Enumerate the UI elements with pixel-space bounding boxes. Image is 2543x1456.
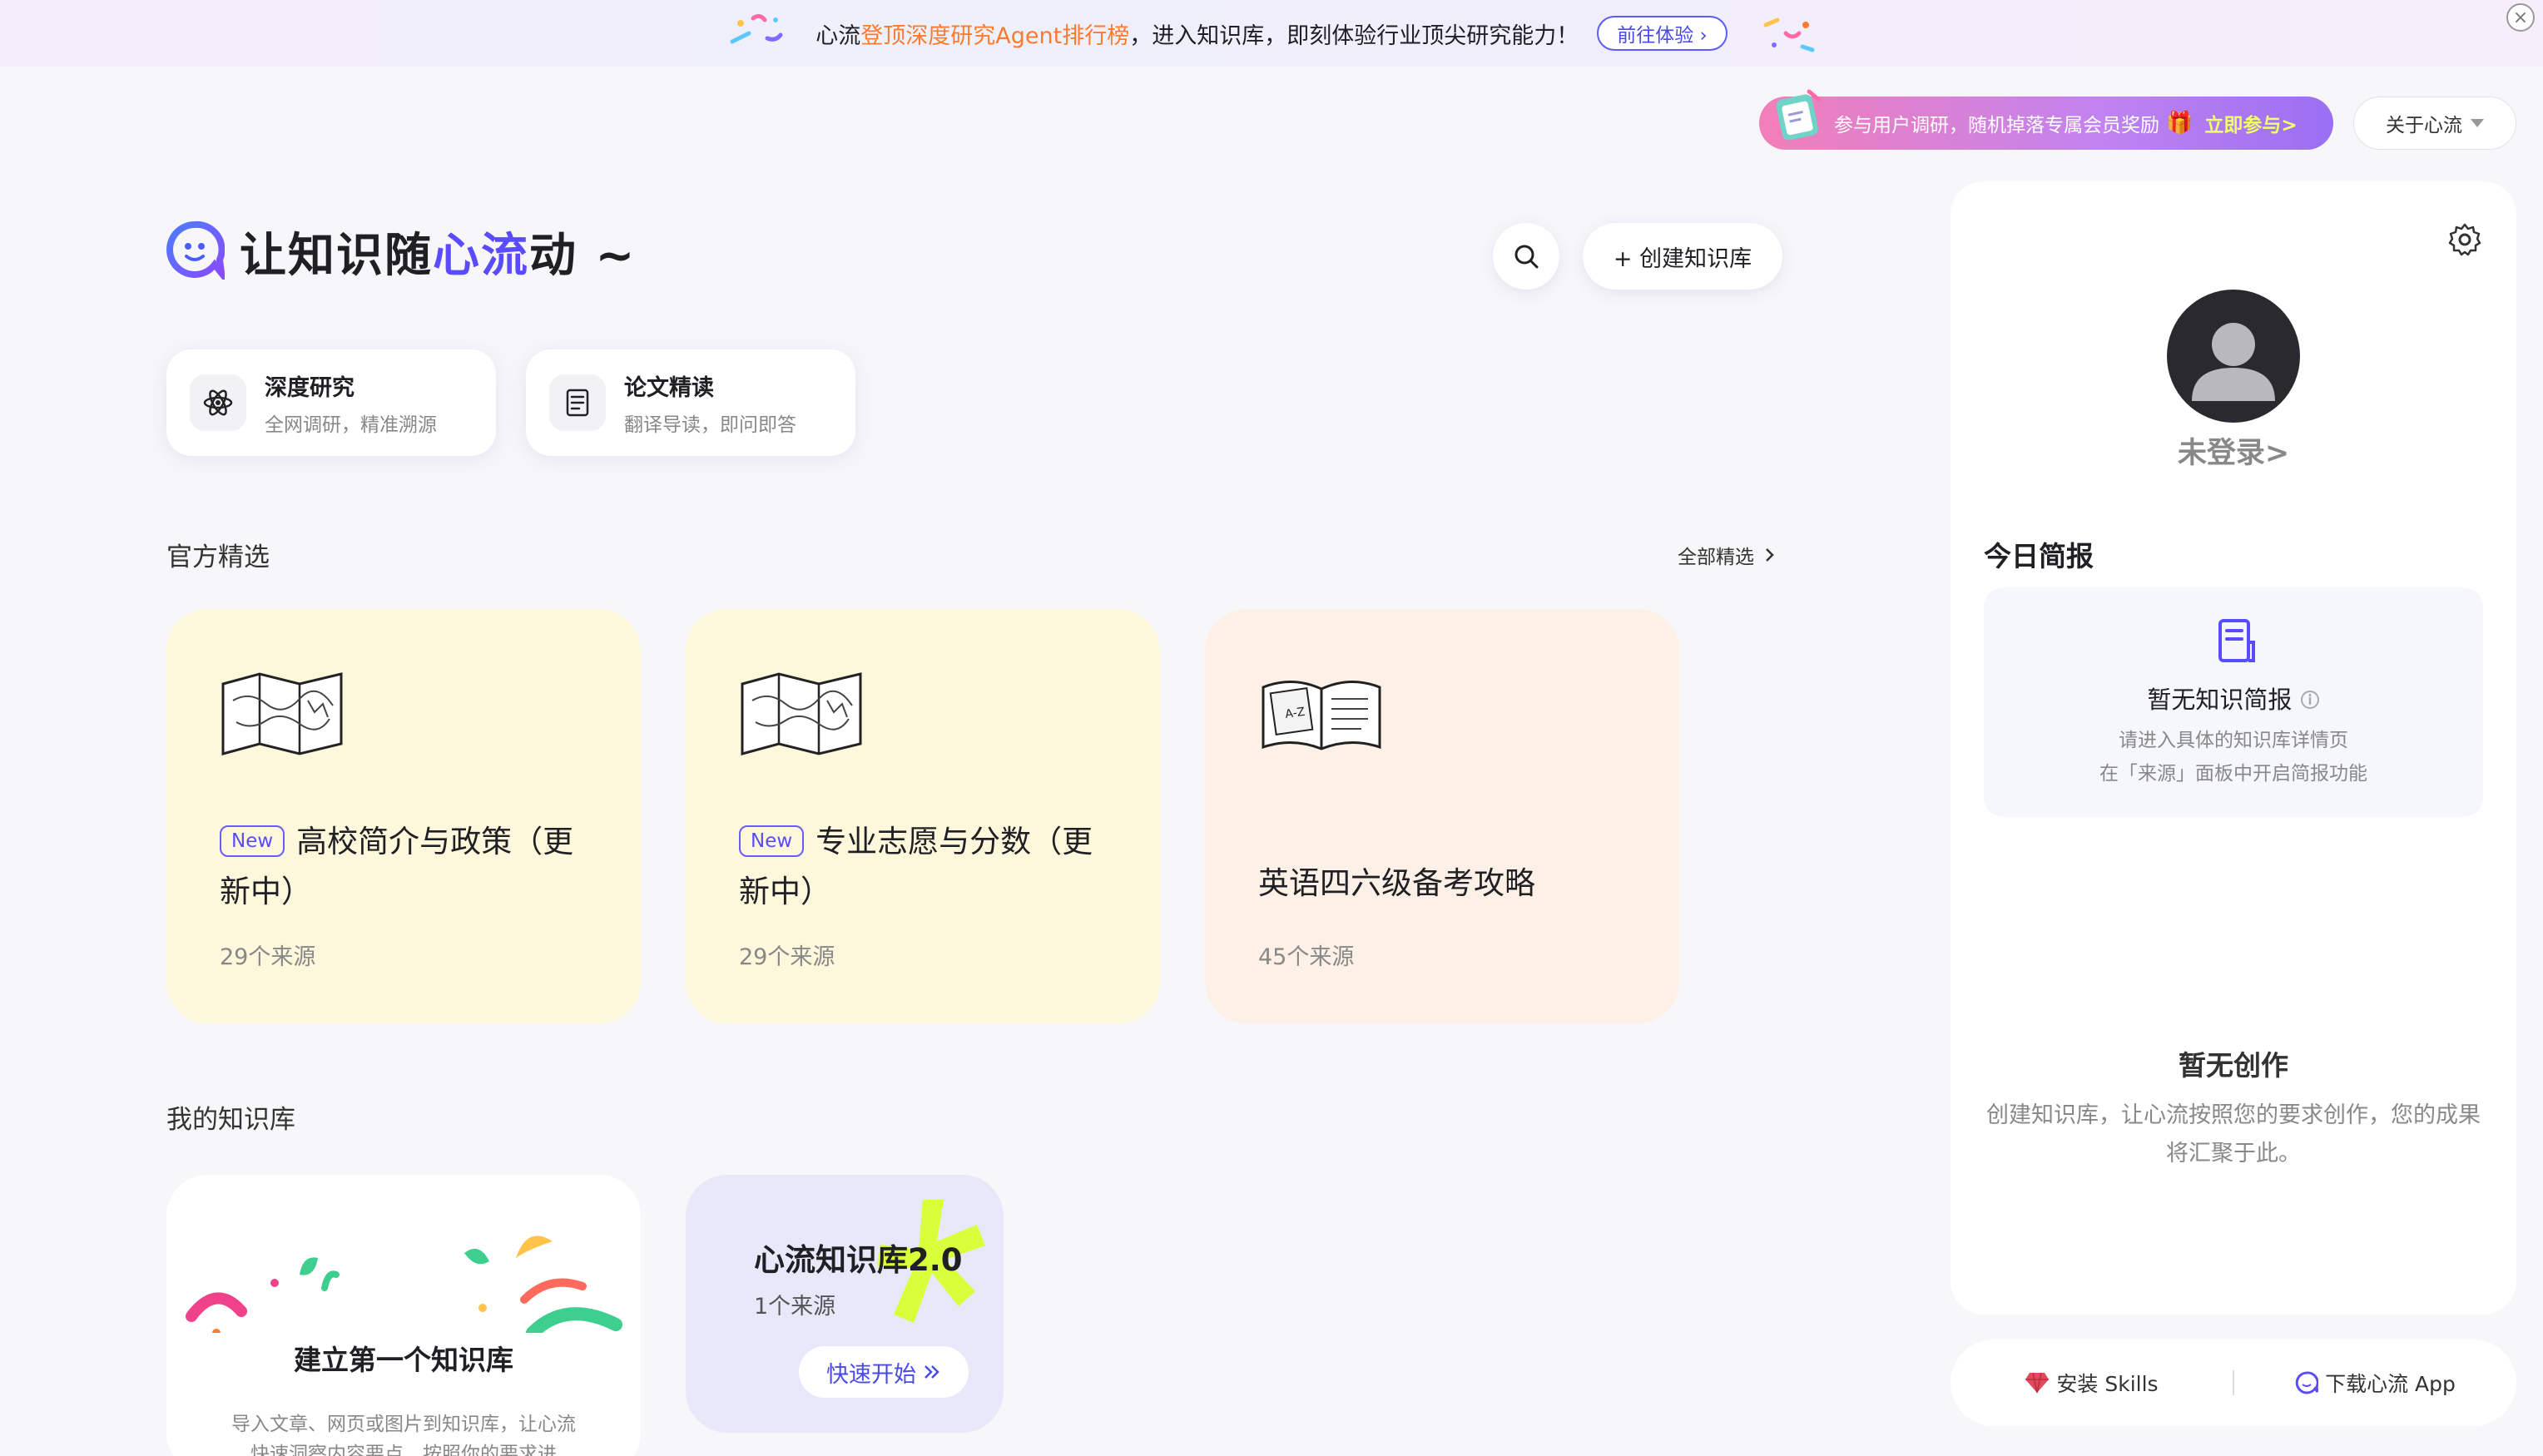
banner-text-rest: ，进入知识库，即刻体验行业顶尖研究能力！	[1129, 22, 1579, 49]
about-label: 关于心流	[2386, 115, 2462, 136]
download-app-label: 下载心流 App	[2325, 1372, 2456, 1396]
headline-part2: 动 ~	[529, 229, 637, 283]
no-creation-title: 暂无创作	[2179, 1049, 2288, 1082]
tool-subtitle: 翻译导读，即问即答	[624, 414, 796, 436]
create-first-kb-desc: 导入文章、网页或图片到知识库，让心流快速洞察内容要点，按照你的要求进	[231, 1414, 576, 1456]
download-app-button[interactable]: 下载心流 App	[2234, 1368, 2516, 1398]
banner-text-brand: 心流	[815, 22, 861, 49]
user-icon	[2192, 323, 2275, 401]
tool-paper-reading[interactable]: 论文精读 翻译导读，即问即答	[526, 349, 855, 456]
kb-source-count: 1个来源	[754, 1294, 836, 1320]
banner-try-button[interactable]: 前往体验 ›	[1597, 16, 1728, 51]
create-kb-button[interactable]: + 创建知识库	[1583, 223, 1782, 290]
tool-title: 论文精读	[624, 374, 714, 401]
clipboard-icon	[1776, 89, 1822, 141]
more-label: 全部精选	[1678, 547, 1754, 568]
headline-accent: 心流	[433, 229, 529, 283]
gift-icon: 🎁	[2166, 111, 2194, 136]
quick-start-label: 快速开始	[826, 1361, 916, 1388]
install-skills-button[interactable]: 安装 Skills	[1951, 1368, 2233, 1398]
gem-icon	[2025, 1372, 2050, 1394]
quick-start-button[interactable]: 快速开始	[799, 1346, 969, 1398]
install-skills-label: 安装 Skills	[2056, 1372, 2159, 1396]
search-icon	[1514, 245, 1539, 269]
dictionary-icon: A-Z	[1262, 680, 1381, 750]
svg-text:A-Z: A-Z	[1284, 706, 1306, 721]
source-count: 29个来源	[739, 944, 835, 970]
atom-icon	[190, 374, 246, 431]
brief-empty-title: 暂无知识简报	[1984, 681, 2483, 716]
create-first-kb-card[interactable]: 建立第一个知识库 导入文章、网页或图片到知识库，让心流快速洞察内容要点，按照你的…	[166, 1175, 641, 1456]
banner-close-button[interactable]: ×	[2506, 3, 2535, 32]
brief-document-icon	[2218, 619, 2255, 662]
map-icon	[741, 672, 862, 755]
document-icon	[549, 374, 606, 431]
gear-icon[interactable]	[2446, 221, 2483, 258]
survey-banner[interactable]: 参与用户调研，随机掉落专属会员奖励 🎁 立即参与>	[1759, 89, 2333, 150]
survey-join-link[interactable]: 立即参与>	[2204, 109, 2297, 137]
confetti-icon	[730, 13, 783, 44]
create-first-kb-title: 建立第一个知识库	[294, 1344, 513, 1376]
info-icon[interactable]	[2300, 690, 2320, 710]
today-brief-title: 今日简报	[1984, 540, 2094, 572]
tool-subtitle: 全网调研，精准溯源	[265, 414, 437, 436]
page-headline: 让知识随 心流 动 ~	[240, 218, 636, 285]
survey-text: 参与用户调研，随机掉落专属会员奖励	[1834, 115, 2159, 136]
headline-part1: 让知识随	[240, 229, 433, 283]
mykb-section-title: 我的知识库	[166, 1105, 295, 1135]
brief-empty-card: 暂无知识简报 请进入具体的知识库详情页 在「来源」面板中开启简报功能	[1984, 587, 2483, 817]
featured-card[interactable]: A-Z 英语四六级备考攻略 45个来源	[1205, 609, 1679, 1023]
kb-title: 心流知识库2.0	[754, 1242, 963, 1278]
avatar[interactable]	[2167, 290, 2300, 423]
brief-empty-desc: 请进入具体的知识库详情页 在「来源」面板中开启简报功能	[2099, 730, 2367, 785]
bottom-action-bar: 安装 Skills 下载心流 App	[1951, 1340, 2516, 1426]
featured-section-title: 官方精选	[166, 542, 270, 572]
new-badge: New	[739, 825, 805, 857]
chevron-right-icon	[1766, 548, 1774, 562]
source-count: 29个来源	[220, 944, 316, 970]
double-chevron-right-icon	[925, 1365, 939, 1379]
about-dropdown[interactable]: 关于心流	[2353, 97, 2516, 150]
new-badge: New	[220, 825, 285, 857]
caret-down-icon	[2471, 119, 2484, 127]
login-link[interactable]: 未登录>	[2167, 429, 2300, 472]
featured-card-title: 英语四六级备考攻略	[1258, 865, 1535, 901]
source-count: 45个来源	[1258, 944, 1355, 970]
xinliu-logo-icon	[166, 220, 225, 280]
map-icon	[221, 672, 343, 755]
featured-card[interactable]: New 高校简介与政策（更新中） 29个来源	[166, 609, 641, 1023]
confetti-icon	[1763, 17, 1815, 52]
tool-deep-research[interactable]: 深度研究 全网调研，精准溯源	[166, 349, 496, 456]
featured-more-link[interactable]: 全部精选	[1678, 541, 1776, 569]
top-banner[interactable]: 心流 登顶深度研究Agent排行榜 ，进入知识库，即刻体验行业顶尖研究能力！ 前…	[0, 0, 2543, 67]
kb-card[interactable]: 心流知识库2.0 1个来源 快速开始	[686, 1175, 1004, 1433]
search-button[interactable]	[1493, 223, 1559, 290]
featured-card-title: New 专业志愿与分数（更新中）	[739, 824, 1093, 909]
tool-title: 深度研究	[265, 374, 354, 401]
no-creation-desc: 创建知识库，让心流按照您的要求创作，您的成果将汇聚于此。	[1986, 1102, 2481, 1166]
banner-text-highlight: 登顶深度研究Agent排行榜	[860, 22, 1130, 49]
featured-card-title: New 高校简介与政策（更新中）	[220, 824, 574, 909]
xinliu-app-icon	[2295, 1371, 2319, 1394]
confetti-icon	[186, 1236, 622, 1333]
featured-card[interactable]: New 专业志愿与分数（更新中） 29个来源	[686, 609, 1160, 1023]
